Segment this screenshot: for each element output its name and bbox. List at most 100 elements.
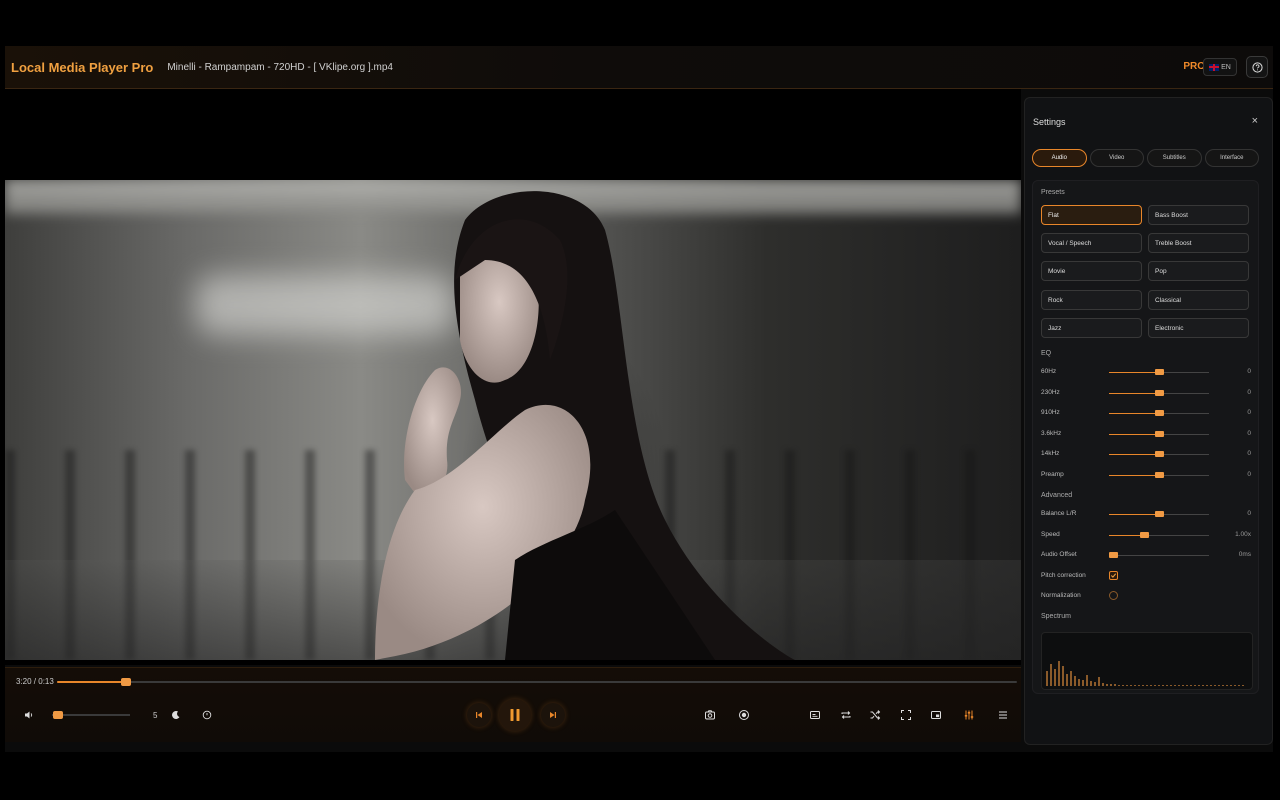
seek-thumb[interactable] xyxy=(121,678,132,686)
volume-button[interactable] xyxy=(23,709,35,721)
menu-button[interactable] xyxy=(996,708,1010,722)
slider-label: 910Hz xyxy=(1041,409,1060,416)
repeat-icon xyxy=(841,711,851,719)
picture-in-picture-icon xyxy=(931,711,941,719)
snapshot-button[interactable] xyxy=(703,708,717,722)
shuffle-button[interactable] xyxy=(868,708,882,722)
close-icon[interactable]: × xyxy=(1252,115,1258,127)
spectrum-bar xyxy=(1238,684,1240,686)
preset-pop[interactable]: Pop xyxy=(1148,261,1249,281)
slider-label: Balance L/R xyxy=(1041,510,1077,517)
uk-flag-icon xyxy=(1209,63,1220,71)
settings-title: Settings xyxy=(1033,117,1066,127)
spectrum-bar xyxy=(1054,668,1056,686)
spectrum-bar xyxy=(1142,684,1144,686)
pitch-correction-checkbox[interactable] xyxy=(1109,571,1118,580)
spectrum-bar xyxy=(1146,684,1148,686)
previous-icon xyxy=(476,712,482,718)
pro-badge[interactable]: PRO xyxy=(1183,61,1205,72)
next-icon xyxy=(550,712,556,718)
spectrum-bar xyxy=(1190,684,1192,686)
preset-electronic[interactable]: Electronic xyxy=(1148,318,1249,338)
slider-label: 14kHz xyxy=(1041,450,1060,457)
slider-value: 0ms xyxy=(1238,551,1251,558)
repeat-button[interactable] xyxy=(839,708,853,722)
preset-bass-boost[interactable]: Bass Boost xyxy=(1148,205,1249,225)
record-button[interactable] xyxy=(737,708,751,722)
video-subject-image xyxy=(375,191,795,660)
preset-treble-boost[interactable]: Treble Boost xyxy=(1148,233,1249,253)
menu-icon xyxy=(999,711,1007,719)
timer-button[interactable] xyxy=(201,709,213,721)
tab-interface[interactable]: Interface xyxy=(1204,149,1259,167)
picture-in-picture-button[interactable] xyxy=(929,708,943,722)
preset-rock[interactable]: Rock xyxy=(1041,290,1142,310)
presets-label: Presets xyxy=(1041,189,1065,196)
normalization-label: Normalization xyxy=(1041,592,1081,599)
volume-slider[interactable] xyxy=(52,711,130,719)
spectrum-bar xyxy=(1170,684,1172,686)
spectrum-bar xyxy=(1062,666,1064,686)
preamp-slider[interactable] xyxy=(1109,472,1209,478)
language-label: EN xyxy=(1221,63,1231,71)
audio-offset-row: Audio Offset 0ms xyxy=(1041,551,1251,561)
sleep-button[interactable] xyxy=(170,709,182,721)
spectrum-bar xyxy=(1194,684,1196,686)
balance-slider[interactable] xyxy=(1109,511,1209,517)
normalization-row: Normalization xyxy=(1041,591,1251,602)
spectrum-bar xyxy=(1222,684,1224,686)
spectrum-bar xyxy=(1206,684,1208,686)
seek-bar[interactable] xyxy=(57,678,1017,686)
preset-jazz[interactable]: Jazz xyxy=(1041,318,1142,338)
spectrum-bar xyxy=(1198,684,1200,686)
preset-vocal-speech[interactable]: Vocal / Speech xyxy=(1041,233,1142,253)
equalizer-button[interactable] xyxy=(962,708,976,722)
spectrum-bar xyxy=(1186,684,1188,686)
speed-slider[interactable] xyxy=(1109,532,1209,538)
tab-audio[interactable]: Audio xyxy=(1032,149,1087,167)
help-icon xyxy=(1251,61,1263,73)
next-button[interactable] xyxy=(541,703,565,727)
slider-value: 0 xyxy=(1247,409,1251,416)
tab-subtitles[interactable]: Subtitles xyxy=(1147,149,1202,167)
volume-thumb[interactable] xyxy=(53,711,64,719)
subtitles-button[interactable] xyxy=(808,708,822,722)
language-button[interactable]: EN xyxy=(1203,58,1237,76)
previous-button[interactable] xyxy=(467,703,491,727)
preset-classical[interactable]: Classical xyxy=(1148,290,1249,310)
slider-label: Preamp xyxy=(1041,471,1064,478)
app-title: Local Media Player Pro xyxy=(11,59,154,75)
eq-3-6khz-slider[interactable] xyxy=(1109,431,1209,437)
spectrum-bar xyxy=(1218,684,1220,686)
spectrum-bar xyxy=(1098,677,1100,686)
fullscreen-button[interactable] xyxy=(899,708,913,722)
spectrum-bar xyxy=(1070,671,1072,686)
eq-60hz: 60Hz 0 xyxy=(1041,368,1251,378)
spectrum-bar xyxy=(1110,684,1112,686)
eq-label: EQ xyxy=(1041,350,1052,357)
top-bar: Local Media Player Pro Minelli - Rampamp… xyxy=(5,46,1273,89)
spectrum-bar xyxy=(1074,676,1076,686)
pause-button[interactable] xyxy=(499,699,531,731)
preset-flat[interactable]: Flat xyxy=(1041,205,1142,225)
video-area[interactable] xyxy=(5,89,1021,665)
audio-offset-slider[interactable] xyxy=(1109,552,1209,558)
spectrum-bar xyxy=(1134,684,1136,686)
eq-14khz: 14kHz 0 xyxy=(1041,450,1251,460)
spectrum-bar xyxy=(1234,684,1236,686)
spectrum-visualizer xyxy=(1041,632,1253,690)
spectrum-bar xyxy=(1106,683,1108,686)
record-icon xyxy=(739,710,749,720)
settings-panel: Settings × Audio Video Subtitles Interfa… xyxy=(1024,97,1273,745)
tab-video[interactable]: Video xyxy=(1089,149,1144,167)
normalization-checkbox[interactable] xyxy=(1109,591,1118,600)
pitch-correction-row: Pitch correction xyxy=(1041,571,1251,582)
eq-230hz-slider[interactable] xyxy=(1109,390,1209,396)
help-button[interactable] xyxy=(1246,56,1268,78)
preset-movie[interactable]: Movie xyxy=(1041,261,1142,281)
eq-60hz-slider[interactable] xyxy=(1109,369,1209,375)
eq-910hz-slider[interactable] xyxy=(1109,410,1209,416)
video-frame[interactable] xyxy=(5,180,1021,660)
spectrum-bar xyxy=(1102,683,1104,686)
eq-14khz-slider[interactable] xyxy=(1109,451,1209,457)
